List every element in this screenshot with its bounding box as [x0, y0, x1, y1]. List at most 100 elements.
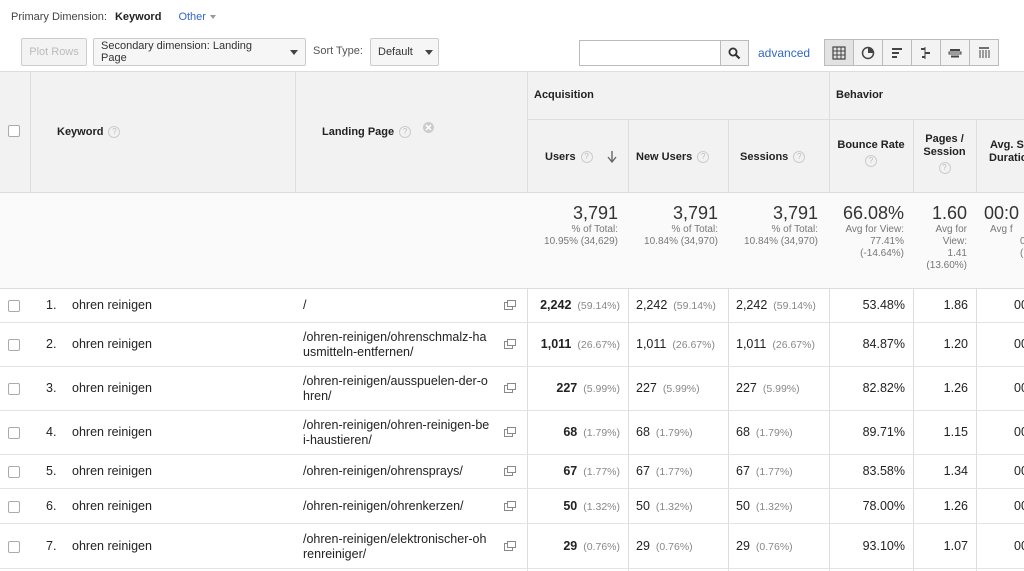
- row-checkbox[interactable]: [8, 540, 20, 553]
- sessions-value: 50: [736, 498, 750, 513]
- landing-page-cell[interactable]: /ohren-reinigen/elektronischer-oh renrein…: [303, 532, 486, 562]
- secondary-dimension-dropdown[interactable]: Secondary dimension: Landing Page: [93, 38, 306, 66]
- row-number: 2.: [46, 337, 57, 351]
- pages-session-cell: 1.15: [943, 425, 968, 439]
- table-row[interactable]: 4. ohren reinigen/ohren-reinigen/ohren-re…: [0, 411, 1024, 455]
- open-page-icon[interactable]: [504, 299, 516, 310]
- other-label: Other: [178, 11, 206, 23]
- advanced-search-link[interactable]: advanced: [758, 46, 810, 60]
- sessions-pct: (0.76%): [755, 540, 793, 553]
- chevron-down-icon: [209, 15, 216, 20]
- keyword-cell[interactable]: ohren reinigen: [72, 381, 152, 395]
- sessions-value: 227: [736, 381, 757, 395]
- new-users-cell: 68 (1.79%): [636, 425, 693, 439]
- open-page-icon[interactable]: [504, 466, 516, 476]
- users-cell: 29 (0.76%): [527, 539, 620, 553]
- pie-view-button[interactable]: [853, 39, 883, 66]
- row-checkbox[interactable]: [8, 466, 20, 478]
- keyword-cell[interactable]: ohren reinigen: [72, 499, 152, 513]
- pivot-view-button[interactable]: [969, 39, 999, 66]
- new-users-value: 2,242: [636, 297, 668, 312]
- primary-dimension-bar: Primary Dimension: Keyword Other: [0, 0, 1024, 34]
- remove-dimension-icon[interactable]: [422, 121, 435, 134]
- pages-session-column-header[interactable]: Pages / Session?: [913, 133, 976, 174]
- landing-page-cell[interactable]: /ohren-reinigen/ohrenschmalz-ha usmitteln…: [303, 330, 486, 360]
- row-number: 6.: [46, 498, 57, 513]
- table-row[interactable]: 1. ohren reinigen / 2,242 (59.14%) 2,242 (59.1…: [0, 288, 1024, 323]
- row-checkbox[interactable]: [8, 427, 20, 439]
- open-page-icon[interactable]: [504, 540, 516, 551]
- sessions-total-label: % of Total:: [771, 224, 818, 235]
- users-column-header[interactable]: Users?: [545, 151, 617, 164]
- sessions-column-header[interactable]: Sessions?: [740, 151, 806, 164]
- table-view-button[interactable]: [824, 39, 854, 66]
- help-icon[interactable]: ?: [580, 151, 593, 164]
- table-row[interactable]: 6. ohren reinigen/ohren-reinigen/ohrenker…: [0, 489, 1024, 524]
- plot-rows-button[interactable]: Plot Rows: [21, 38, 87, 66]
- search-button[interactable]: [720, 40, 749, 66]
- users-cell: 67 (1.77%): [527, 464, 620, 478]
- help-icon[interactable]: ?: [399, 126, 412, 139]
- select-all-checkbox[interactable]: [8, 125, 20, 137]
- keyword-cell[interactable]: ohren reinigen: [72, 464, 152, 478]
- bounce-rate-cell: 78.00%: [862, 498, 905, 513]
- users-cell: 1,011 (26.67%): [527, 337, 620, 351]
- row-checkbox[interactable]: [8, 299, 20, 312]
- landing-page-cell[interactable]: /ohren-reinigen/ohrenkerzen/: [303, 499, 464, 514]
- table-row[interactable]: 7. ohren reinigen/ohren-reinigen/elektron…: [0, 524, 1024, 569]
- sort-type-dropdown[interactable]: Default: [370, 38, 439, 66]
- sessions-total-value: 3,791: [772, 203, 818, 223]
- help-icon[interactable]: ?: [938, 162, 951, 174]
- landing-page-cell[interactable]: /ohren-reinigen/ohren-reinigen-be i-haust…: [303, 418, 489, 448]
- keyword-cell[interactable]: ohren reinigen: [72, 425, 152, 439]
- keyword-cell[interactable]: ohren reinigen: [72, 539, 152, 553]
- bounce-rate-cell: 83.58%: [862, 464, 905, 478]
- avg-duration-cell: 00: [1014, 337, 1024, 351]
- keyword-cell[interactable]: ohren reinigen: [72, 337, 152, 351]
- grid-icon: [832, 45, 846, 60]
- open-page-icon[interactable]: [504, 383, 516, 393]
- performance-view-button[interactable]: [882, 39, 912, 66]
- help-icon[interactable]: ?: [793, 151, 806, 164]
- table-row[interactable]: 3. ohren reinigen/ohren-reinigen/ausspuel…: [0, 367, 1024, 411]
- landing-page-column-header[interactable]: Landing Page?: [322, 122, 435, 139]
- bounce-rate-header-label: Bounce Rate: [837, 139, 905, 151]
- bounce-rate-column-header[interactable]: Bounce Rate?: [829, 139, 913, 167]
- users-pct: (1.79%): [583, 427, 620, 439]
- open-page-icon[interactable]: [504, 339, 516, 349]
- open-page-icon[interactable]: [504, 427, 516, 437]
- keyword-column-header[interactable]: Keyword?: [57, 126, 121, 139]
- keyword-cell[interactable]: ohren reinigen: [72, 298, 152, 312]
- users-value: 29: [563, 538, 578, 553]
- pages-session-total-label-2: View:: [942, 236, 967, 247]
- users-cell: 50 (1.32%): [527, 499, 620, 513]
- row-checkbox[interactable]: [8, 339, 20, 351]
- row-checkbox[interactable]: [8, 383, 20, 395]
- help-icon[interactable]: ?: [108, 126, 121, 139]
- primary-dimension-keyword[interactable]: Keyword: [115, 11, 161, 23]
- term-cloud-view-button[interactable]: [940, 39, 970, 66]
- primary-dimension-other[interactable]: Other: [178, 11, 216, 23]
- users-value: 1,011: [540, 337, 572, 351]
- users-value: 50: [563, 498, 578, 513]
- landing-page-cell[interactable]: /ohren-reinigen/ohrensprays/: [303, 464, 463, 479]
- avg-duration-total: 00:0 Avg f 0 (: [984, 203, 1024, 260]
- row-checkbox[interactable]: [8, 500, 20, 513]
- landing-page-cell[interactable]: /ohren-reinigen/ausspuelen-der-o hren/: [303, 374, 488, 404]
- table-row[interactable]: 2. ohren reinigen/ohren-reinigen/ohrensch…: [0, 323, 1024, 367]
- landing-page-cell[interactable]: /: [303, 298, 306, 313]
- sessions-pct: (1.79%): [755, 427, 793, 439]
- avg-session-duration-column-header[interactable]: Avg. SeDuratio: [989, 139, 1024, 165]
- open-page-icon[interactable]: [504, 500, 516, 511]
- pages-session-header-label-1: Pages /: [925, 133, 964, 145]
- new-users-column-header[interactable]: New Users?: [636, 151, 710, 164]
- pages-session-total: 1.60 Avg for View: 1.41 (13.60%): [914, 203, 967, 272]
- sessions-header-label: Sessions: [740, 151, 789, 163]
- sessions-pct: (1.77%): [755, 466, 793, 478]
- comparison-view-button[interactable]: [911, 39, 941, 66]
- search-input[interactable]: [579, 40, 721, 66]
- avg-duration-total-label: Avg f: [990, 224, 1013, 235]
- help-icon[interactable]: ?: [865, 155, 877, 167]
- help-icon[interactable]: ?: [697, 151, 710, 164]
- table-row[interactable]: 5. ohren reinigen/ohren-reinigen/ohrenspr…: [0, 455, 1024, 489]
